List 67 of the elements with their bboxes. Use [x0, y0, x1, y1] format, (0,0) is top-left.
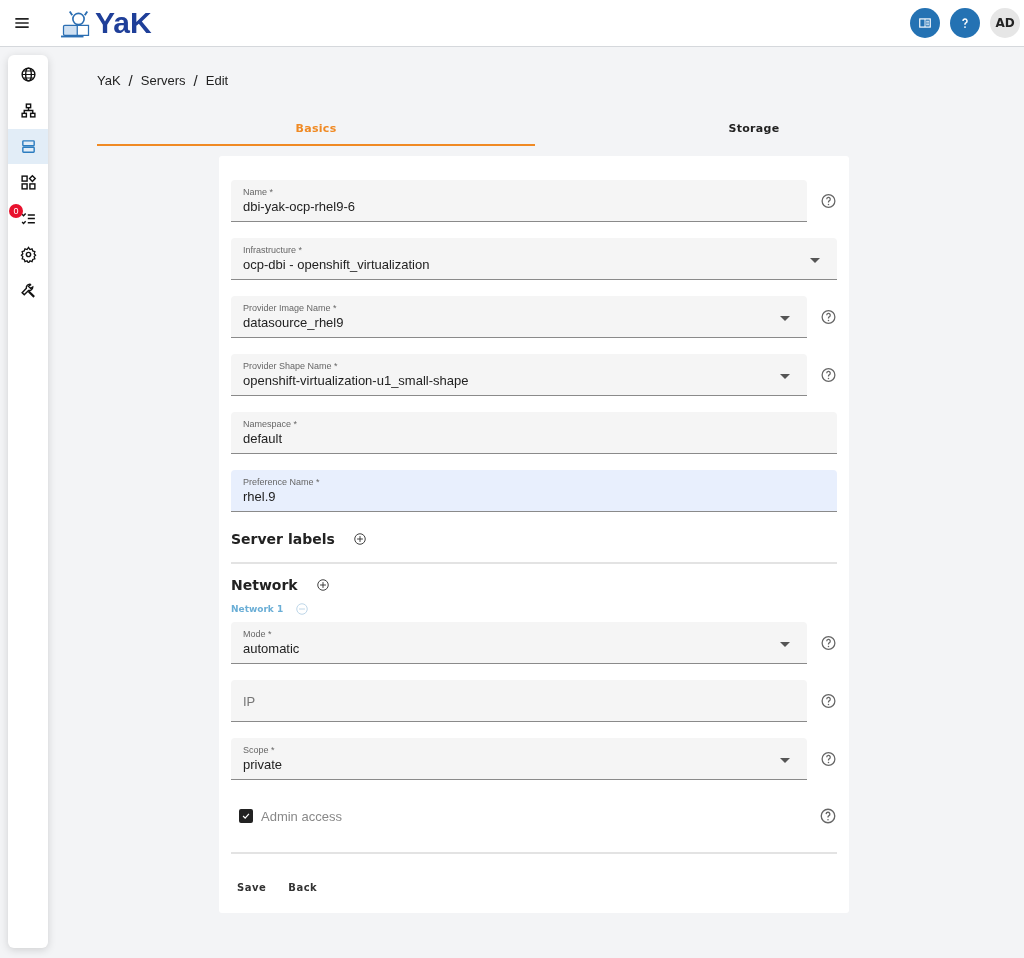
select-field[interactable]: Provider Shape Name * openshift-virtualization-u1_small-shape [231, 354, 807, 396]
text-button[interactable]: Back [282, 874, 324, 901]
dropdown-caret-icon [780, 758, 790, 763]
count-badge: 0 [9, 204, 23, 218]
breadcrumb-link[interactable]: Edit [205, 72, 229, 88]
server-icon [19, 138, 37, 155]
field-value: rhel.9 [243, 488, 276, 506]
select-field[interactable]: Infrastructure * ocp-dbi - openshift_virtualization [231, 238, 837, 280]
text-button[interactable]: Save [231, 874, 273, 901]
network-icon [19, 102, 37, 119]
help-icon[interactable] [820, 366, 837, 384]
field-value: automatic [243, 640, 300, 658]
sidebar-item[interactable]: 0 [8, 201, 48, 236]
section-title: Network [231, 577, 298, 593]
checkbox-label: Admin access [261, 808, 342, 824]
field-label: Preference Name * [243, 477, 321, 488]
user-avatar[interactable]: AD [990, 8, 1020, 38]
select-field[interactable]: Scope * private [231, 738, 807, 780]
field-label: Mode * [243, 629, 273, 640]
help-icon[interactable] [819, 807, 837, 825]
field-value: dbi-yak-ocp-rhel9-6 [243, 198, 355, 216]
wrench-icon [19, 282, 37, 299]
layout-button[interactable] [910, 8, 940, 38]
field-label: Name * [243, 187, 274, 198]
globe-icon [19, 66, 37, 83]
breadcrumb-link[interactable]: Servers [140, 72, 186, 88]
field-label: Namespace * [243, 419, 299, 430]
help-icon[interactable] [820, 192, 837, 210]
checkbox[interactable] [239, 809, 253, 823]
input-field[interactable]: IP [231, 680, 807, 722]
help-icon[interactable] [820, 634, 837, 652]
checklist-icon [19, 210, 37, 227]
field-label: Scope * [243, 745, 276, 756]
field-label: Provider Image Name * [243, 303, 338, 314]
dropdown-caret-icon [780, 642, 790, 647]
select-field[interactable]: Provider Image Name * datasource_rhel9 [231, 296, 807, 338]
section-title: Server labels [231, 531, 335, 547]
help-icon[interactable] [820, 308, 837, 326]
input-field[interactable]: Preference Name * rhel.9 [231, 470, 837, 512]
field-value: default [243, 430, 283, 448]
apps-icon [19, 174, 37, 191]
placeholder-text: IP [243, 693, 256, 711]
select-field[interactable]: Mode * automatic [231, 622, 807, 664]
tab[interactable]: Storage [535, 112, 973, 146]
breadcrumb-link[interactable]: YaK [97, 72, 121, 88]
input-field[interactable]: Namespace * default [231, 412, 837, 454]
help-icon[interactable] [820, 750, 837, 768]
field-value: datasource_rhel9 [243, 314, 344, 332]
field-value: ocp-dbi - openshift_virtualization [243, 256, 430, 274]
breadcrumb-separator: / [128, 71, 133, 89]
add-icon[interactable] [315, 578, 330, 592]
field-label: Infrastructure * [243, 245, 304, 256]
breadcrumb-separator: / [193, 71, 198, 89]
panel-icon [918, 16, 932, 30]
field-value: openshift-virtualization-u1_small-shape [243, 372, 469, 390]
subsection-title: Network 1 [231, 604, 284, 614]
logo-text: YaK [95, 7, 152, 39]
help-button[interactable] [950, 8, 980, 38]
dropdown-caret-icon [780, 374, 790, 379]
field-value: private [243, 756, 283, 774]
add-icon[interactable] [352, 532, 367, 546]
help-icon[interactable] [820, 692, 837, 710]
dropdown-caret-icon [810, 258, 820, 263]
dropdown-caret-icon [780, 316, 790, 321]
input-field[interactable]: Name * dbi-yak-ocp-rhel9-6 [231, 180, 807, 222]
field-label: Provider Shape Name * [243, 361, 339, 372]
settings-icon [19, 246, 37, 263]
